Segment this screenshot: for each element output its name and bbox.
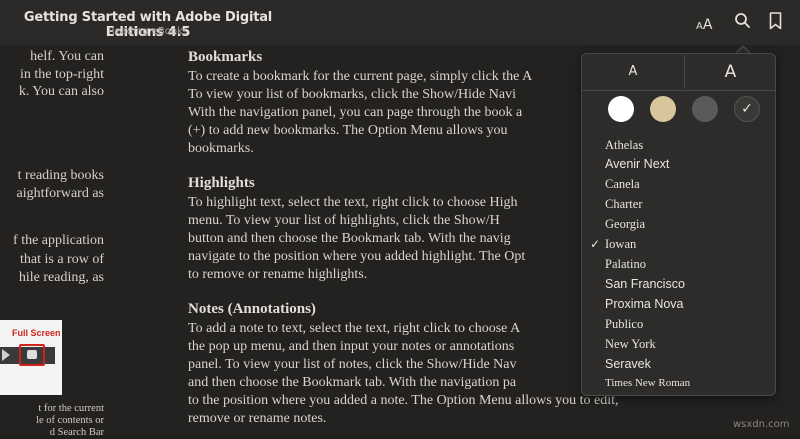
- text-line: t reading books: [17, 168, 104, 183]
- font-option-proxima-nova[interactable]: Proxima Nova: [605, 297, 684, 311]
- text-line: that is a row of: [20, 252, 104, 267]
- font-option-georgia[interactable]: Georgia: [605, 217, 645, 232]
- font-option-athelas[interactable]: Athelas: [605, 138, 643, 153]
- text-line: panel. To view your list of notes, click…: [188, 357, 517, 372]
- text-line: to the position where you added a note. …: [188, 393, 619, 408]
- font-option-publico[interactable]: Publico: [605, 317, 643, 332]
- theme-white-swatch[interactable]: [608, 96, 634, 122]
- heading-notes: Notes (Annotations): [188, 301, 316, 317]
- text-line: navigate to the position where you added…: [188, 249, 526, 264]
- bookmark-icon[interactable]: [769, 12, 782, 35]
- increase-font-size-button[interactable]: A: [685, 54, 776, 90]
- appearance-popover: A A ✓ Athelas Avenir Next Canela Charter…: [581, 53, 776, 396]
- decrease-font-size-button[interactable]: A: [582, 54, 684, 90]
- font-option-avenir-next[interactable]: Avenir Next: [605, 157, 669, 171]
- text-line: (+) to add new bookmarks. The Option Men…: [188, 123, 508, 138]
- search-icon[interactable]: [734, 12, 751, 34]
- font-option-seravek[interactable]: Seravek: [605, 357, 651, 371]
- book-subtitle: Reading eBooks: [107, 26, 189, 37]
- text-line: remove or rename notes.: [188, 411, 327, 426]
- font-option-canela[interactable]: Canela: [605, 177, 640, 192]
- text-line: menu. To view your list of highlights, c…: [188, 213, 500, 228]
- theme-gray-swatch[interactable]: [692, 96, 718, 122]
- font-option-new-york[interactable]: New York: [605, 337, 656, 352]
- text-line: helf. You can: [30, 49, 104, 64]
- text-line: To add a note to text, select the text, …: [188, 321, 521, 336]
- theme-sepia-swatch[interactable]: [650, 96, 676, 122]
- title-bar: Getting Started with Adobe Digital Editi…: [0, 0, 800, 45]
- font-option-times-new-roman[interactable]: Times New Roman: [605, 377, 690, 389]
- text-line: button and then choose the Bookmark tab.…: [188, 231, 511, 246]
- theme-check-icon: ✓: [741, 101, 753, 117]
- font-option-palatino[interactable]: Palatino: [605, 257, 646, 272]
- text-line: To highlight text, select the text, righ…: [188, 195, 518, 210]
- text-line: With the navigation panel, you can page …: [188, 105, 523, 120]
- text-line: aightforward as: [16, 186, 104, 201]
- selected-font-check-icon: ✓: [590, 237, 601, 251]
- text-line: and then choose the Bookmark tab. With t…: [188, 375, 517, 390]
- text-line: the pop up menu, and then input your not…: [188, 339, 515, 354]
- text-line: k. You can also: [18, 84, 104, 99]
- font-option-charter[interactable]: Charter: [605, 197, 642, 212]
- full-screen-label: Full Screen: [12, 328, 61, 338]
- size-row-divider: [582, 90, 775, 91]
- theme-night-swatch[interactable]: ✓: [734, 96, 760, 122]
- text-line: To create a bookmark for the current pag…: [188, 69, 533, 84]
- font-option-iowan[interactable]: Iowan: [605, 237, 636, 252]
- image-caption: t for the current le of contents or d Se…: [36, 403, 104, 438]
- text-line: To view your list of bookmarks, click th…: [188, 87, 516, 102]
- text-size-icon[interactable]: AA: [696, 14, 712, 33]
- text-line: bookmarks.: [188, 141, 254, 156]
- text-line: f the application: [13, 233, 104, 248]
- full-screen-illustration: Full Screen: [0, 320, 62, 395]
- full-screen-icon: [19, 344, 45, 366]
- heading-bookmarks: Bookmarks: [188, 49, 263, 65]
- heading-highlights: Highlights: [188, 175, 255, 191]
- text-line: to remove or rename highlights.: [188, 267, 368, 282]
- text-line: in the top-right: [20, 67, 104, 82]
- play-icon: [2, 349, 10, 361]
- font-option-san-francisco[interactable]: San Francisco: [605, 277, 685, 291]
- watermark: wsxdn.com: [733, 419, 790, 430]
- text-line: hile reading, as: [18, 270, 104, 285]
